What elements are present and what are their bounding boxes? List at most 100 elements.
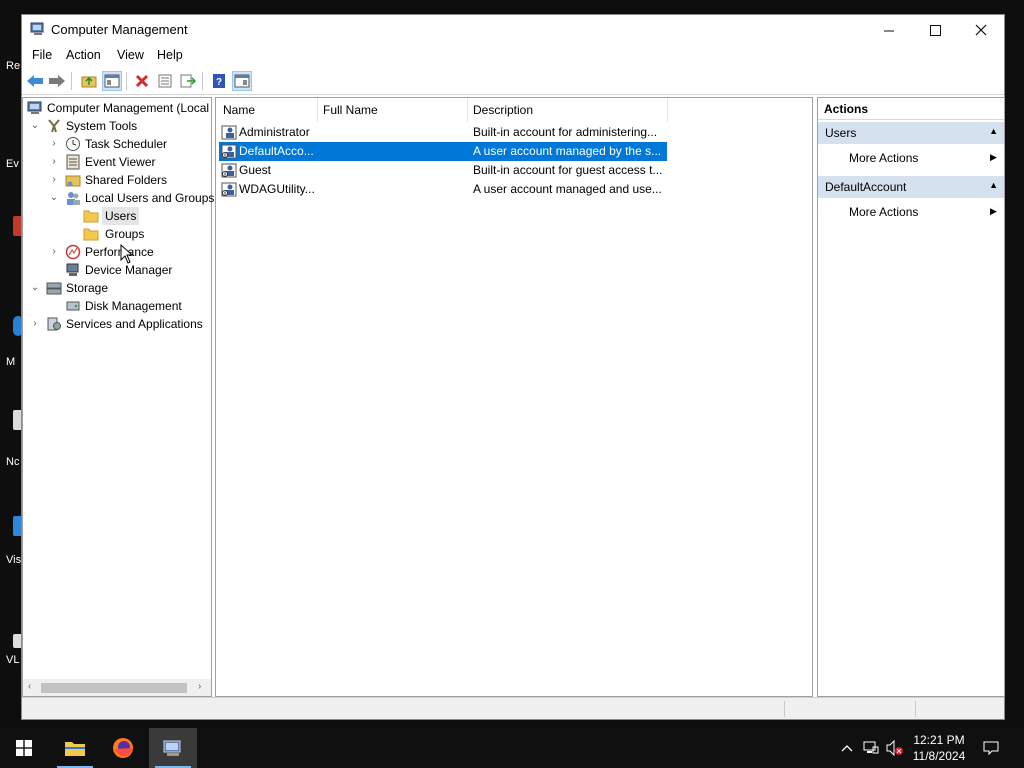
actions-section-users[interactable]: Users ▲ xyxy=(818,122,1004,144)
scrollbar-thumb[interactable] xyxy=(41,683,187,693)
desktop-icon-label[interactable]: VL xyxy=(6,654,19,666)
mouse-cursor-icon xyxy=(120,244,134,264)
tree-item-users[interactable]: Users xyxy=(25,207,211,225)
notifications-button[interactable] xyxy=(976,728,1006,768)
collapse-up-icon[interactable]: ▲ xyxy=(989,126,998,136)
horizontal-scrollbar[interactable]: ‹ › xyxy=(23,679,211,696)
column-header-description[interactable]: Description xyxy=(473,103,533,117)
folder-up-icon xyxy=(81,76,97,88)
tree-item-groups[interactable]: Groups xyxy=(25,225,211,243)
tree-item-disk-management[interactable]: Disk Management xyxy=(25,297,211,315)
chevron-down-icon[interactable]: ⌄ xyxy=(29,279,41,297)
tree-label: Local Users and Groups xyxy=(85,191,215,205)
chevron-right-icon[interactable]: › xyxy=(48,171,60,189)
minimize-icon xyxy=(883,30,894,31)
desktop-icon-label[interactable]: M xyxy=(6,356,15,368)
clock-date: 11/8/2024 xyxy=(912,749,966,763)
help-button[interactable]: ? xyxy=(209,71,229,91)
computer-management-icon xyxy=(27,101,42,114)
more-actions-link[interactable]: More Actions xyxy=(849,151,918,165)
column-header-full-name[interactable]: Full Name xyxy=(323,103,378,117)
back-button[interactable] xyxy=(25,71,45,91)
desktop-icon-label[interactable]: Ev xyxy=(6,158,19,170)
chevron-right-icon[interactable]: › xyxy=(48,243,60,261)
console-tree: Computer Management (Local ⌄ System Tool… xyxy=(22,97,215,697)
volume-tray-button[interactable] xyxy=(884,728,906,768)
storage-icon xyxy=(46,282,62,295)
toolbar-separator xyxy=(71,72,72,90)
chevron-down-icon[interactable]: ⌄ xyxy=(48,189,60,207)
column-divider[interactable] xyxy=(667,98,668,122)
export-icon xyxy=(180,74,196,88)
tree-item-event-viewer[interactable]: › Event Viewer xyxy=(25,153,211,171)
close-button[interactable] xyxy=(958,15,1004,45)
up-one-level-button[interactable] xyxy=(79,71,99,91)
show-hide-console-tree-button[interactable] xyxy=(102,71,122,91)
tree-item-computer-management[interactable]: Computer Management (Local xyxy=(25,99,211,117)
tree-label: Storage xyxy=(66,281,109,295)
list-header: Name Full Name Description xyxy=(216,98,812,122)
tree-item-device-manager[interactable]: Device Manager xyxy=(25,261,211,279)
firefox-icon xyxy=(113,738,133,758)
taskbar-clock[interactable]: 12:21 PM 11/8/2024 xyxy=(905,732,973,764)
show-hide-action-pane-button[interactable] xyxy=(232,71,252,91)
tree-item-shared-folders[interactable]: › Shared Folders xyxy=(25,171,211,189)
chevron-down-icon[interactable]: ⌄ xyxy=(29,117,41,135)
toolbar: ? xyxy=(22,67,1004,95)
start-button[interactable] xyxy=(0,728,48,768)
toolbar-separator xyxy=(126,72,127,90)
column-divider[interactable] xyxy=(467,98,468,122)
user-icon xyxy=(221,144,237,159)
maximize-icon xyxy=(929,24,941,36)
table-row[interactable]: WDAGUtility... A user account managed an… xyxy=(219,180,667,199)
export-list-button[interactable] xyxy=(178,71,198,91)
chevron-right-icon[interactable]: › xyxy=(48,135,60,153)
system-tools-icon xyxy=(48,119,60,133)
scroll-right-icon[interactable]: › xyxy=(198,681,201,692)
title-bar[interactable]: Computer Management xyxy=(22,15,1004,45)
tree-label: Computer Management (Local xyxy=(47,101,210,115)
tree-item-local-users-and-groups[interactable]: ⌄ Local Users and Groups xyxy=(25,189,215,207)
actions-pane: Actions Users ▲ More Actions ▶ DefaultAc… xyxy=(817,97,1005,697)
user-name: Administrator xyxy=(239,125,310,139)
maximize-button[interactable] xyxy=(912,15,958,45)
submenu-arrow-icon: ▶ xyxy=(990,206,997,216)
menu-file[interactable]: File xyxy=(32,48,52,62)
desktop-icon-label[interactable]: Vis xyxy=(6,554,21,566)
minimize-button[interactable] xyxy=(866,15,912,45)
table-row[interactable]: Guest Built-in account for guest access … xyxy=(219,161,667,180)
table-row[interactable]: DefaultAcco... A user account managed by… xyxy=(219,142,667,161)
file-explorer-icon xyxy=(65,742,85,756)
desktop-icon-label[interactable]: Nc xyxy=(6,456,19,468)
scroll-left-icon[interactable]: ‹ xyxy=(28,681,31,692)
taskbar-file-explorer[interactable] xyxy=(51,728,99,768)
taskbar-firefox[interactable] xyxy=(99,728,147,768)
show-hidden-icons-button[interactable] xyxy=(838,728,856,768)
section-header-label: DefaultAccount xyxy=(825,180,907,194)
more-actions-link[interactable]: More Actions xyxy=(849,205,918,219)
properties-button[interactable] xyxy=(155,71,175,91)
properties-icon xyxy=(158,74,172,88)
tree-item-storage[interactable]: ⌄ Storage xyxy=(25,279,211,297)
chevron-right-icon[interactable]: › xyxy=(29,315,41,333)
taskbar-computer-management[interactable] xyxy=(149,728,197,768)
menu-action[interactable]: Action xyxy=(66,48,101,62)
tree-item-system-tools[interactable]: ⌄ System Tools xyxy=(25,117,211,135)
chevron-right-icon[interactable]: › xyxy=(48,153,60,171)
column-divider[interactable] xyxy=(317,98,318,122)
forward-button[interactable] xyxy=(47,71,67,91)
column-header-name[interactable]: Name xyxy=(223,103,255,117)
menu-view[interactable]: View xyxy=(117,48,144,62)
collapse-up-icon[interactable]: ▲ xyxy=(989,180,998,190)
tree-item-services-and-applications[interactable]: › Services and Applications xyxy=(25,315,211,333)
network-tray-button[interactable] xyxy=(860,728,882,768)
delete-x-icon xyxy=(135,74,149,88)
actions-section-defaultaccount[interactable]: DefaultAccount ▲ xyxy=(818,176,1004,198)
tree-item-performance[interactable]: › Performance xyxy=(25,243,211,261)
tree-item-task-scheduler[interactable]: › Task Scheduler xyxy=(25,135,211,153)
menu-help[interactable]: Help xyxy=(157,48,183,62)
tree-label: Event Viewer xyxy=(85,155,156,169)
table-row[interactable]: Administrator Built-in account for admin… xyxy=(219,123,667,142)
delete-button[interactable] xyxy=(132,71,152,91)
desktop-icon-label[interactable]: Re xyxy=(6,60,20,72)
